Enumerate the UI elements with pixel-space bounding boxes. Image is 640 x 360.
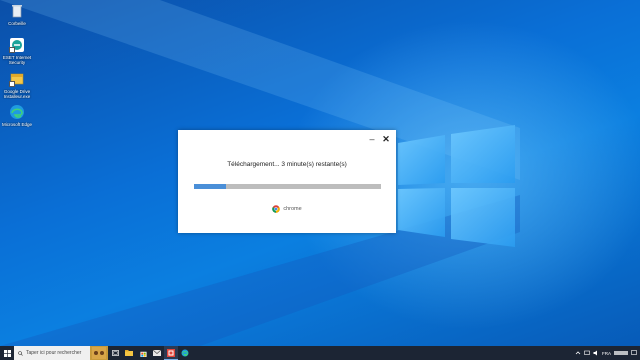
chevron-up-icon[interactable] [575,350,581,356]
search-placeholder: Taper ici pour rechercher [26,350,82,356]
chrome-installer-icon [167,348,175,357]
notifications-icon[interactable] [631,350,637,356]
chrome-logo-icon [272,205,281,213]
recycle-bin-icon [9,3,25,19]
chrome-installer-taskbar-button[interactable] [164,346,178,360]
volume-icon[interactable] [593,350,599,356]
eset-icon [9,37,25,53]
language-indicator[interactable]: FRA [602,351,611,356]
desktop-icon-recycle-bin[interactable]: Corbeille [2,3,32,26]
task-view-icon [111,350,119,356]
network-icon[interactable] [584,350,590,356]
close-button[interactable]: ✕ [381,134,391,144]
desktop-icon-eset[interactable]: ESET Internet Security [2,37,32,65]
desktop-icon-label: Microsoft Edge [2,122,32,127]
brand-name: chrome [283,206,302,212]
store-icon [139,351,147,357]
edge-icon [9,104,25,120]
edge-taskbar-button[interactable] [178,346,192,360]
search-highlight-icon [92,347,106,359]
clock[interactable] [614,350,628,356]
download-dialog: – ✕ Téléchargement... 3 minute(s) restan… [178,130,396,233]
chrome-branding: chrome [178,205,396,213]
windows-logo-icon [3,349,11,357]
task-view-button[interactable] [108,346,122,360]
search-highlight-image[interactable] [90,346,108,360]
file-explorer-button[interactable] [122,346,136,360]
desktop-icon-label: Google Drive Installeur.exe [3,89,31,99]
edge-taskbar-icon [181,349,189,357]
download-progress-fill [194,184,226,189]
desktop-icon-installer[interactable]: Google Drive Installeur.exe [2,71,32,99]
search-icon [18,350,23,356]
installer-icon [9,71,25,87]
minimize-button[interactable]: – [367,134,377,144]
taskbar-search-box[interactable]: Taper ici pour rechercher [14,346,90,360]
taskbar: Taper ici pour rechercher FRA [0,346,640,360]
mail-icon [153,350,161,356]
download-status-text: Téléchargement... 3 minute(s) restante(s… [227,161,347,168]
mail-button[interactable] [150,346,164,360]
file-explorer-icon [125,350,133,356]
store-button[interactable] [136,346,150,360]
desktop-icon-label: ESET Internet Security [2,55,32,65]
desktop-icon-label: Corbeille [8,21,26,26]
start-button[interactable] [0,346,14,360]
desktop-icon-edge[interactable]: Microsoft Edge [2,104,32,127]
system-tray: FRA [575,350,640,356]
download-progress-bar [194,184,381,189]
